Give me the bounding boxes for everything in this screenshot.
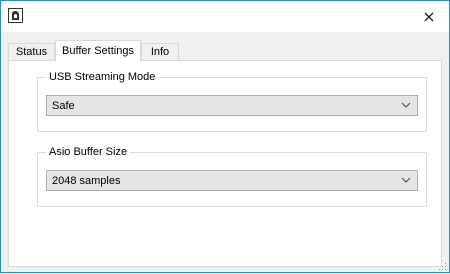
close-button[interactable]: × <box>409 1 449 32</box>
select-value: 2048 samples <box>52 174 121 187</box>
tab-label: Status <box>15 46 48 58</box>
tab-panel: USB Streaming Mode Safe Asio Buffer Size… <box>8 60 442 267</box>
asio-buffer-size-group: Asio Buffer Size 2048 samples <box>37 146 427 207</box>
chevron-down-icon <box>401 174 411 186</box>
client-area: Status Buffer Settings Info USB Streamin… <box>1 32 449 272</box>
settings-window: × Status Buffer Settings Info USB Stream… <box>0 0 450 273</box>
group-label: USB Streaming Mode <box>46 71 159 83</box>
tab-buffer-settings[interactable]: Buffer Settings <box>55 40 141 61</box>
tab-label: Info <box>150 46 170 58</box>
title-bar: × <box>1 1 449 32</box>
tab-label: Buffer Settings <box>62 45 134 57</box>
asio-buffer-size-select[interactable]: 2048 samples <box>46 170 418 191</box>
close-icon: × <box>422 7 436 26</box>
group-label: Asio Buffer Size <box>46 146 131 158</box>
chevron-down-icon <box>401 99 411 111</box>
usb-streaming-mode-select[interactable]: Safe <box>46 95 418 116</box>
select-value: Safe <box>52 99 75 112</box>
tab-status[interactable]: Status <box>8 43 55 60</box>
resize-grip-icon[interactable] <box>439 262 447 270</box>
tab-info[interactable]: Info <box>141 43 179 60</box>
app-logo-icon <box>8 8 23 23</box>
usb-streaming-mode-group: USB Streaming Mode Safe <box>37 71 427 132</box>
